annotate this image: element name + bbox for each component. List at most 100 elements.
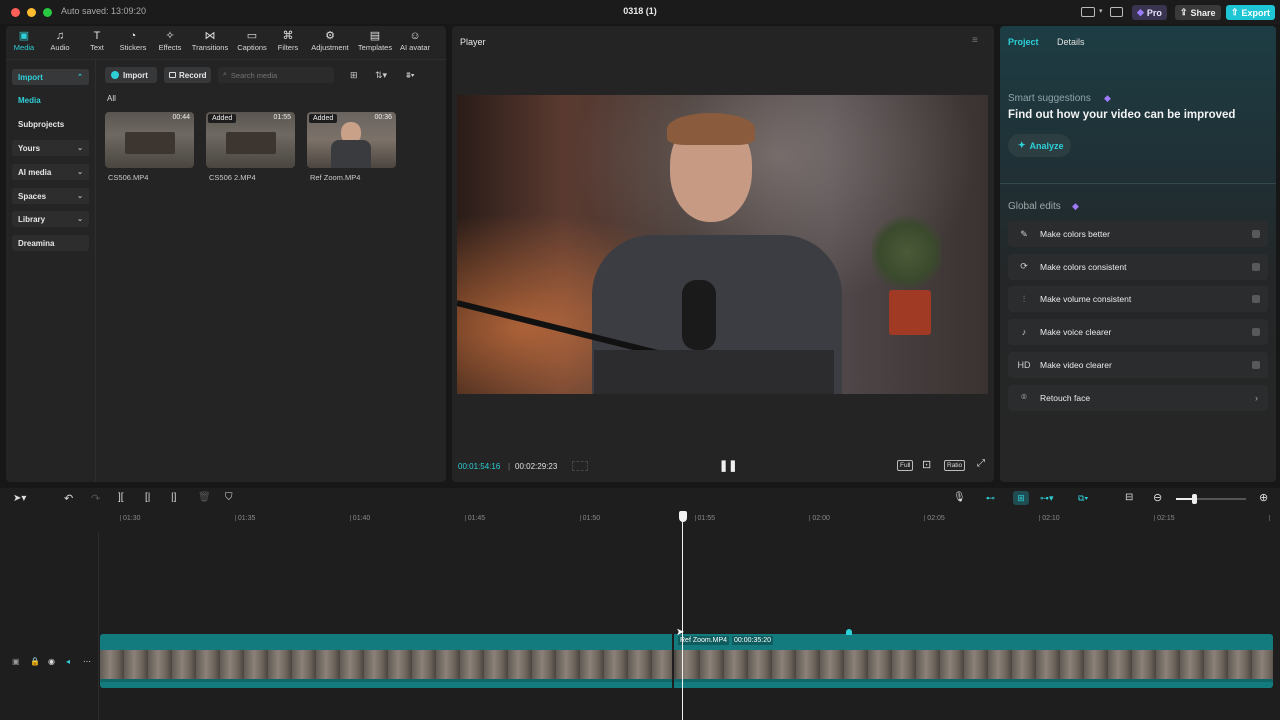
sidebar-item-subprojects[interactable]: Subprojects bbox=[12, 116, 89, 132]
share-button[interactable]: ⇪ Share bbox=[1175, 5, 1221, 20]
filter-all-label[interactable]: All bbox=[107, 94, 116, 103]
added-badge: Added bbox=[208, 114, 237, 123]
import-button[interactable]: Import bbox=[105, 67, 157, 83]
lock-icon[interactable]: 🔒 bbox=[30, 657, 40, 666]
tab-text[interactable]: T Text bbox=[78, 30, 116, 52]
video-laptop bbox=[594, 350, 834, 394]
chevron-down-icon[interactable]: ▾ bbox=[1099, 7, 1103, 15]
undo-icon[interactable]: ↶ bbox=[64, 492, 73, 505]
zoom-fit-icon[interactable]: ⊡ bbox=[922, 458, 931, 471]
ruler-tick bbox=[464, 515, 466, 521]
keyboard-icon[interactable] bbox=[1110, 7, 1123, 17]
pause-button[interactable]: ❚❚ bbox=[719, 459, 737, 472]
toggle-switch[interactable] bbox=[1252, 230, 1260, 238]
keyframe-marker[interactable] bbox=[846, 629, 852, 635]
menu-icon[interactable]: ≡ bbox=[972, 35, 978, 46]
toggle-switch[interactable] bbox=[1252, 262, 1260, 271]
redo-icon[interactable]: ↷ bbox=[91, 492, 100, 505]
tab-filters[interactable]: ⌘ Filters bbox=[269, 30, 307, 52]
global-edit-make-video-clearer[interactable]: HD Make video clearer bbox=[1008, 351, 1268, 378]
media-name: CS506.MP4 bbox=[108, 173, 149, 182]
tab-adjustment[interactable]: ⚙ Adjustment bbox=[311, 30, 349, 52]
analyze-button[interactable]: ✦ Analyze bbox=[1008, 134, 1071, 157]
trim-right-icon[interactable]: |] bbox=[171, 492, 176, 503]
search-input[interactable] bbox=[230, 70, 326, 80]
media-thumbnail[interactable]: Added 00:36 bbox=[307, 112, 396, 168]
pro-button[interactable]: ◆ Pro bbox=[1132, 5, 1167, 20]
sidebar-item-label: Yours bbox=[18, 143, 41, 153]
tab-templates[interactable]: ▤ Templates bbox=[356, 30, 394, 52]
tab-details[interactable]: Details bbox=[1057, 37, 1085, 47]
zoom-slider-handle[interactable] bbox=[1192, 494, 1197, 504]
tab-label: Media bbox=[13, 43, 35, 52]
select-tool-icon[interactable]: ➤▾ bbox=[13, 493, 26, 504]
video-preview[interactable] bbox=[457, 95, 988, 394]
audio-mute-icon[interactable]: ◂ bbox=[66, 657, 70, 666]
filter-icon[interactable]: ⩩▾ bbox=[406, 70, 415, 81]
playhead-line[interactable] bbox=[682, 518, 683, 720]
sidebar-item-ai-media[interactable]: AI media ⌄ bbox=[12, 164, 89, 180]
fullscreen-icon[interactable]: ⤢ bbox=[977, 458, 985, 469]
sidebar-item-import[interactable]: Import ⌃ bbox=[12, 69, 89, 85]
linkage-icon[interactable]: ⊶▾ bbox=[1040, 493, 1054, 504]
toggle-switch[interactable] bbox=[1252, 328, 1260, 337]
shield-icon[interactable]: ⛉ bbox=[225, 492, 233, 503]
full-quality-button[interactable]: Full bbox=[897, 460, 914, 471]
media-name: Ref Zoom.MP4 bbox=[310, 173, 361, 182]
snap-icon[interactable]: ⊞ bbox=[1013, 491, 1029, 505]
tab-project[interactable]: Project bbox=[1008, 37, 1039, 47]
analyze-label: Analyze bbox=[1029, 140, 1064, 151]
sidebar-item-spaces[interactable]: Spaces ⌄ bbox=[12, 188, 89, 204]
tab-captions[interactable]: ▭ Captions bbox=[233, 30, 271, 52]
toggle-switch[interactable] bbox=[1252, 295, 1260, 304]
tab-ai-avatar[interactable]: ☺ AI avatar bbox=[396, 30, 434, 52]
ruler-label: 01:35 bbox=[237, 515, 256, 522]
global-edit-make-voice-clearer[interactable]: ♪ Make voice clearer bbox=[1008, 319, 1268, 346]
microphone-icon[interactable]: 🎙 bbox=[953, 492, 966, 503]
sidebar-item-media[interactable]: Media bbox=[12, 92, 89, 108]
export-icon: ⇧ bbox=[1231, 7, 1239, 17]
media-duration: 01:55 bbox=[273, 114, 291, 121]
ratio-button[interactable]: Ratio bbox=[944, 460, 966, 471]
tab-stickers[interactable]: ◔ Stickers bbox=[114, 30, 152, 52]
layout-icon[interactable] bbox=[1081, 7, 1095, 17]
split-icon[interactable]: ][ bbox=[118, 492, 124, 503]
export-button[interactable]: ⇧ Export bbox=[1226, 5, 1276, 20]
sort-icon[interactable]: ⇅▾ bbox=[375, 70, 387, 81]
sidebar-item-library[interactable]: Library ⌄ bbox=[12, 211, 89, 227]
timecode-format-icon[interactable] bbox=[572, 461, 588, 471]
global-edit-label: Make colors consistent bbox=[1040, 261, 1127, 272]
preview-axis-icon[interactable]: ⧉▾ bbox=[1078, 493, 1088, 504]
eye-icon[interactable]: ◉ bbox=[48, 657, 55, 666]
tab-media[interactable]: ▣ Media bbox=[5, 30, 43, 52]
global-edit-make-volume-consistent[interactable]: ⫶ Make volume consistent bbox=[1008, 286, 1268, 313]
cover-icon[interactable]: ▣ bbox=[12, 657, 20, 666]
record-button[interactable]: Record bbox=[164, 67, 211, 83]
divider bbox=[6, 59, 446, 60]
sidebar-item-dreamina[interactable]: Dreamina bbox=[12, 235, 89, 251]
playhead-handle[interactable] bbox=[679, 511, 687, 522]
delete-icon[interactable]: 🗑 bbox=[198, 492, 211, 503]
fit-timeline-icon[interactable]: ⊟ bbox=[1125, 492, 1133, 503]
sidebar-item-yours[interactable]: Yours ⌄ bbox=[12, 140, 89, 156]
trim-left-icon[interactable]: [| bbox=[145, 492, 150, 503]
global-edit-retouch-face[interactable]: ⌾ Retouch face › bbox=[1008, 384, 1268, 411]
zoom-in-icon[interactable]: ⊕ bbox=[1259, 491, 1268, 504]
tab-transitions[interactable]: ⋈ Transitions bbox=[191, 30, 229, 52]
zoom-slider-track[interactable] bbox=[1176, 494, 1246, 504]
global-edit-make-colors-better[interactable]: ✎ Make colors better bbox=[1008, 221, 1268, 247]
tab-audio[interactable]: ♫ Audio bbox=[41, 30, 79, 52]
zoom-out-icon[interactable]: ⊖ bbox=[1153, 491, 1162, 504]
magnet-link-icon[interactable]: ⊷ bbox=[986, 493, 1002, 503]
video-clip[interactable]: Ref Zoom.MP4 00:00:35:20 bbox=[100, 634, 1273, 688]
smart-suggestions-text: Find out how your video can be improved bbox=[1008, 109, 1236, 121]
tab-effects[interactable]: ✧ Effects bbox=[151, 30, 189, 52]
search-media-field[interactable]: ⌕ bbox=[218, 67, 334, 83]
toggle-switch[interactable] bbox=[1252, 360, 1260, 369]
global-edit-make-colors-consistent[interactable]: ⟳ Make colors consistent bbox=[1008, 253, 1268, 280]
media-thumbnail[interactable]: 00:44 bbox=[105, 112, 194, 168]
view-grid-icon[interactable]: ⊞ bbox=[350, 70, 358, 81]
media-thumbnail[interactable]: Added 01:55 bbox=[206, 112, 295, 168]
more-icon[interactable]: ⋯ bbox=[83, 657, 91, 666]
media-duration: 00:44 bbox=[172, 114, 190, 121]
